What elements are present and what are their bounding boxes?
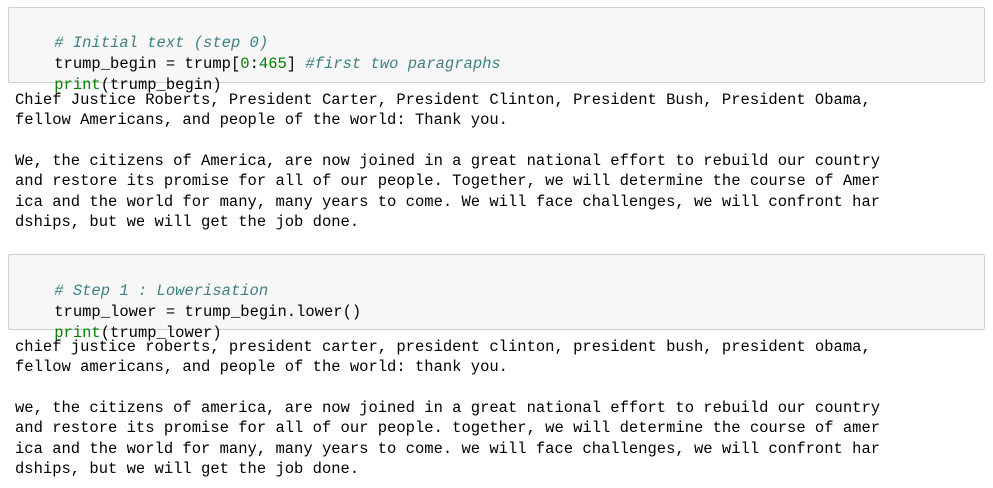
output-line: ica and the world for many, many years t… — [15, 193, 881, 211]
output-line: and restore its promise for all of our p… — [15, 419, 881, 437]
output-line: dships, but we will get the job done. — [15, 213, 360, 231]
code-line: print(trump_lower) — [17, 303, 221, 342]
code-number: 465 — [258, 55, 287, 73]
code-line: print(trump_begin) — [17, 55, 221, 94]
output-line: ica and the world for many, many years t… — [15, 440, 881, 458]
code-line: # Initial text (step 0) — [17, 13, 268, 52]
output-line: fellow americans, and people of the worl… — [15, 358, 508, 376]
code-cell-2-input[interactable]: # Step 1 : Lowerisation trump_lower = tr… — [8, 254, 985, 342]
output-line: and restore its promise for all of our p… — [15, 172, 881, 190]
code-cell-1-input[interactable]: # Initial text (step 0) trump_begin = tr… — [8, 7, 985, 94]
output-line: chief justice roberts, president carter,… — [15, 338, 871, 356]
output-line: Chief Justice Roberts, President Carter,… — [15, 91, 871, 109]
output-line: We, the citizens of America, are now joi… — [15, 152, 881, 170]
code-line: trump_lower = trump_begin.lower() — [17, 282, 361, 321]
code-bracket: ] — [286, 55, 306, 73]
output-line: fellow Americans, and people of the worl… — [15, 111, 508, 129]
code-comment: #first two paragraphs — [305, 55, 501, 73]
code-operator: : — [249, 55, 259, 73]
code-line: trump_begin = trump[0:465] #first two pa… — [17, 34, 501, 73]
code-line: # Step 1 : Lowerisation — [17, 261, 268, 300]
output-line: dships, but we will get the job done. — [15, 460, 360, 478]
code-number: 0 — [240, 55, 250, 73]
output-line: we, the citizens of america, are now joi… — [15, 399, 881, 417]
